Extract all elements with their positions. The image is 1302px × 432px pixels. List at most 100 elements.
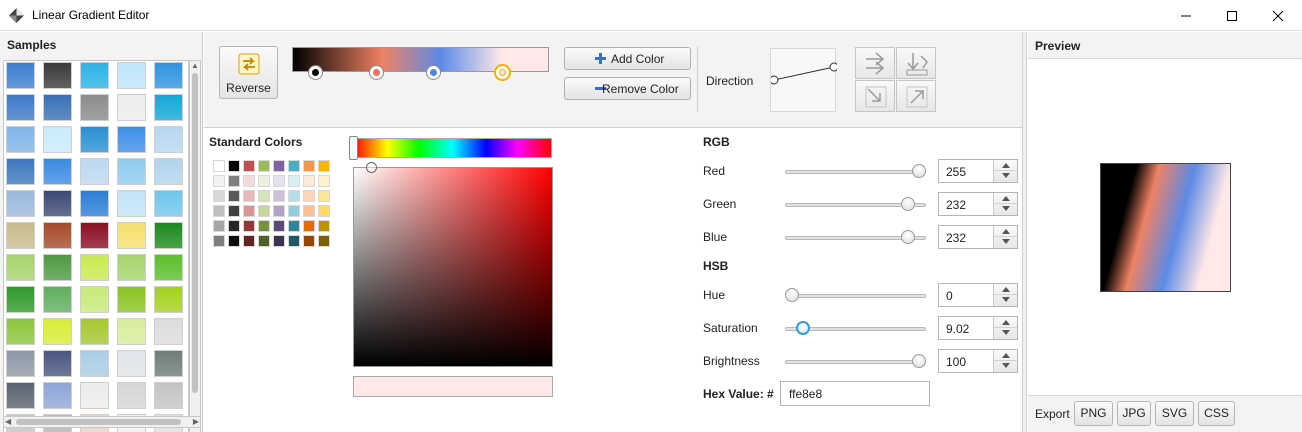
sample-swatch[interactable] [6,318,35,345]
red-slider-thumb[interactable] [912,164,926,178]
sample-swatch[interactable] [117,158,146,185]
standard-color-cell[interactable] [273,160,285,172]
red-spinner-buttons[interactable] [993,160,1017,182]
standard-color-cell[interactable] [228,175,240,187]
sample-swatch[interactable] [154,222,183,249]
standard-color-cell[interactable] [288,190,300,202]
sample-swatch[interactable] [6,286,35,313]
saturation-spinner-buttons[interactable] [993,317,1017,339]
sample-swatch[interactable] [80,382,109,409]
sample-swatch[interactable] [80,222,109,249]
samples-horizontal-scrollbar[interactable]: ◀ ▶ [3,416,201,428]
standard-color-cell[interactable] [318,235,330,247]
sample-swatch[interactable] [154,94,183,121]
export-css-button[interactable]: CSS [1198,401,1235,426]
hue-spinner[interactable]: 0 [938,283,1018,307]
sample-swatch[interactable] [6,94,35,121]
sample-swatch[interactable] [43,318,72,345]
standard-color-cell[interactable] [258,175,270,187]
sample-swatch[interactable] [80,62,109,89]
gradient-stop[interactable] [425,65,441,80]
scroll-up-icon[interactable]: ▲ [191,62,199,70]
standard-color-cell[interactable] [258,220,270,232]
standard-color-cell[interactable] [213,175,225,187]
sample-swatch[interactable] [43,222,72,249]
standard-color-cell[interactable] [213,190,225,202]
sample-swatch[interactable] [43,62,72,89]
blue-spinner[interactable]: 232 [938,225,1018,249]
samples-vertical-scroll-thumb[interactable] [192,73,198,393]
standard-color-cell[interactable] [213,205,225,217]
spin-up-icon[interactable] [1002,196,1010,201]
sample-swatch[interactable] [154,382,183,409]
green-spinner[interactable]: 232 [938,192,1018,216]
standard-color-cell[interactable] [318,160,330,172]
spin-down-icon[interactable] [1002,173,1010,178]
spin-up-icon[interactable] [1002,320,1010,325]
standard-color-cell[interactable] [228,205,240,217]
sample-swatch[interactable] [80,254,109,281]
sample-swatch[interactable] [43,254,72,281]
standard-color-cell[interactable] [228,190,240,202]
gradient-stop[interactable] [307,65,323,80]
saturation-brightness-handle[interactable] [366,162,377,173]
spin-down-icon[interactable] [1002,363,1010,368]
preview-splitter[interactable] [1022,32,1027,432]
green-slider-thumb[interactable] [900,197,915,211]
standard-color-cell[interactable] [273,235,285,247]
sample-swatch[interactable] [80,126,109,153]
spin-up-icon[interactable] [1002,163,1010,168]
maximize-button[interactable] [1209,0,1255,31]
hue-handle[interactable] [349,136,358,160]
standard-color-cell[interactable] [258,160,270,172]
sample-swatch[interactable] [80,318,109,345]
sample-swatch[interactable] [117,190,146,217]
sample-swatch[interactable] [6,190,35,217]
sample-swatch[interactable] [117,286,146,313]
green-spinner-buttons[interactable] [993,193,1017,215]
standard-color-cell[interactable] [273,190,285,202]
direction-bottom-right-button[interactable] [896,80,936,112]
brightness-slider-track[interactable] [785,360,926,364]
standard-color-cell[interactable] [303,175,315,187]
sample-swatch[interactable] [117,254,146,281]
sample-swatch[interactable] [154,126,183,153]
sample-swatch[interactable] [154,158,183,185]
spin-down-icon[interactable] [1002,206,1010,211]
standard-color-cell[interactable] [288,205,300,217]
hue-spinner-buttons[interactable] [993,284,1017,306]
standard-color-cell[interactable] [258,190,270,202]
sample-swatch[interactable] [80,286,109,313]
spin-down-icon[interactable] [1002,297,1010,302]
sample-swatch[interactable] [117,94,146,121]
standard-color-cell[interactable] [303,220,315,232]
standard-color-cell[interactable] [213,160,225,172]
remove-color-button[interactable]: Remove Color [564,77,691,100]
spin-up-icon[interactable] [1002,353,1010,358]
sample-swatch[interactable] [154,286,183,313]
standard-color-cell[interactable] [228,160,240,172]
spin-down-icon[interactable] [1002,239,1010,244]
saturation-brightness-area[interactable] [353,167,553,367]
sample-swatch[interactable] [117,382,146,409]
standard-color-cell[interactable] [258,235,270,247]
direction-left-to-right-button[interactable] [855,47,895,79]
sample-swatch[interactable] [6,158,35,185]
standard-color-cell[interactable] [318,220,330,232]
minimize-button[interactable] [1163,0,1209,31]
sample-swatch[interactable] [43,158,72,185]
sample-swatch[interactable] [154,254,183,281]
scroll-left-icon[interactable]: ◀ [5,418,11,426]
sample-swatch[interactable] [80,190,109,217]
standard-color-cell[interactable] [243,205,255,217]
direction-editor[interactable] [769,48,839,112]
standard-color-cell[interactable] [273,220,285,232]
sample-swatch[interactable] [43,382,72,409]
hue-bar[interactable] [353,138,552,158]
reverse-button[interactable]: Reverse [219,46,278,99]
hex-value-input[interactable] [780,381,930,406]
sample-swatch[interactable] [154,62,183,89]
sample-swatch[interactable] [117,126,146,153]
sample-swatch[interactable] [43,190,72,217]
sample-swatch[interactable] [117,222,146,249]
